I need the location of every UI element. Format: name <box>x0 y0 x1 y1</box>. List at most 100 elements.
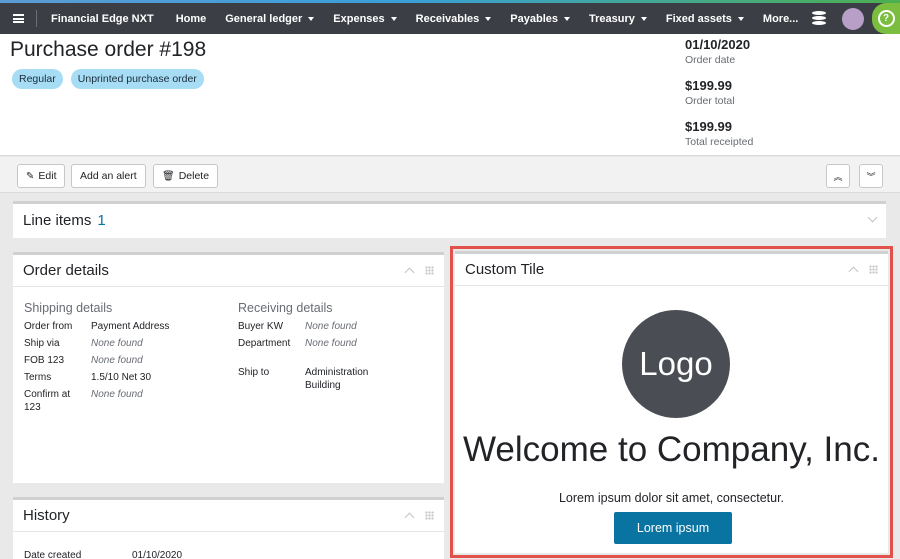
nav-item-home[interactable]: Home <box>176 13 207 25</box>
detail-key: Department <box>238 338 291 349</box>
line-items-header[interactable]: Line items 1 <box>13 204 886 236</box>
detail-key: Order from <box>24 321 73 332</box>
detail-key: Ship via <box>24 338 60 349</box>
detail-row: Department None found <box>238 337 438 350</box>
double-chevron-up-icon: ︽ <box>833 171 843 182</box>
custom-tile: Custom Tile Logo Welcome to Company, Inc… <box>455 251 888 553</box>
drag-handle-icon[interactable] <box>425 511 434 520</box>
detail-value: 1.5/10 Net 30 <box>91 372 152 383</box>
line-items-title: Line items <box>23 211 92 229</box>
order-details-title: Order details <box>23 262 109 279</box>
action-toolbar: ✎ Edit Add an alert 🗑 Delete ︽ ︾ <box>0 157 900 193</box>
detail-key: Buyer KW <box>238 321 284 332</box>
detail-row: Terms 1.5/10 Net 30 <box>24 371 224 384</box>
receiving-details: Receiving details Buyer KW None found Dep… <box>238 301 438 396</box>
add-alert-label: Add an alert <box>80 170 137 182</box>
chevron-down-icon[interactable] <box>867 212 878 223</box>
chevron-up-icon[interactable] <box>404 512 415 523</box>
lorem-text: Lorem ipsum dolor sit amet, consectetur. <box>558 491 785 505</box>
detail-row: FOB 123 None found <box>24 354 224 367</box>
scroll-up-button[interactable]: ︽ <box>826 164 850 188</box>
tag-unprinted: Unprinted purchase order <box>70 69 204 89</box>
history-row: Date created 01/10/2020 <box>24 549 182 559</box>
history-key: Date created <box>24 550 82 559</box>
order-details-header: Order details <box>13 255 444 287</box>
nav-item-label: Receivables <box>415 12 480 25</box>
nav-item-treasury[interactable]: Treasury <box>589 13 647 25</box>
summary-panel: 01/10/2020 Order date $199.99 Order tota… <box>685 36 753 159</box>
nav-item-label: More... <box>762 12 799 25</box>
detail-value: None found <box>91 338 143 349</box>
welcome-heading: Welcome to Company, Inc. <box>463 430 880 469</box>
order-date-value: 01/10/2020 <box>685 37 751 52</box>
detail-row: Buyer KW None found <box>238 320 438 333</box>
receiving-details-title: Receiving details <box>238 301 333 315</box>
help-button[interactable]: ? <box>872 3 900 34</box>
nav-item-receivables[interactable]: Receivables <box>416 13 492 25</box>
history-tile: History Date created 01/10/2020 <box>13 497 444 559</box>
history-header: History <box>13 500 444 532</box>
lorem-ipsum-label: Lorem ipsum <box>636 521 710 535</box>
nav-item-label: Home <box>175 12 207 25</box>
pencil-icon: ✎ <box>26 170 35 182</box>
lorem-ipsum-button[interactable]: Lorem ipsum <box>614 512 732 544</box>
nav-item-label: Treasury <box>588 12 635 25</box>
caret-down-icon <box>737 16 744 21</box>
detail-key: Confirm at 123 <box>24 389 71 413</box>
company-logo: Logo <box>622 310 730 418</box>
edit-button[interactable]: ✎ Edit <box>17 164 66 188</box>
delete-label: Delete <box>178 170 210 182</box>
page-title: Purchase order #198 <box>10 38 207 61</box>
scroll-down-button[interactable]: ︾ <box>859 164 883 188</box>
nav-item-label: Payables <box>510 12 558 25</box>
detail-value: None found <box>305 321 357 332</box>
nav-item-fixed-assets[interactable]: Fixed assets <box>666 13 744 25</box>
order-total-value: $199.99 <box>685 78 732 93</box>
caret-down-icon <box>308 16 315 21</box>
detail-value: Administration Building <box>305 367 369 391</box>
chevron-up-icon[interactable] <box>848 266 859 277</box>
avatar[interactable] <box>842 7 864 30</box>
nav-item-label: Fixed assets <box>665 12 732 25</box>
record-header: Purchase order #198 Regular Unprinted pu… <box>0 34 900 156</box>
nav-item-expenses[interactable]: Expenses <box>333 12 397 25</box>
custom-tile-title: Custom Tile <box>465 261 545 278</box>
detail-value: None found <box>91 355 143 366</box>
nav-item-payables[interactable]: Payables <box>510 13 570 25</box>
add-alert-button[interactable]: Add an alert <box>71 164 146 188</box>
help-icon: ? <box>877 10 895 27</box>
custom-tile-highlight: Custom Tile Logo Welcome to Company, Inc… <box>450 246 893 558</box>
database-icon[interactable] <box>812 11 826 26</box>
delete-button[interactable]: 🗑 Delete <box>153 164 219 188</box>
drag-handle-icon[interactable] <box>425 266 434 275</box>
chevron-up-icon[interactable] <box>404 267 415 278</box>
nav-item-label: Expenses <box>333 12 385 25</box>
tag-regular: Regular <box>12 69 63 89</box>
history-title: History <box>23 507 70 524</box>
line-items-count: 1 <box>97 211 106 229</box>
nav-item-more[interactable]: More... <box>763 13 798 25</box>
total-receipted-value: $199.99 <box>685 119 732 134</box>
detail-key: FOB 123 <box>24 355 65 366</box>
total-receipted-label: Total receipted <box>685 136 754 148</box>
shipping-details-title: Shipping details <box>24 301 113 315</box>
detail-key: Ship to <box>238 367 270 378</box>
caret-down-icon <box>390 16 397 21</box>
caret-down-icon <box>485 16 492 21</box>
detail-key: Terms <box>24 372 52 383</box>
menu-icon[interactable] <box>0 3 36 34</box>
detail-row: Ship via None found <box>24 337 224 350</box>
drag-handle-icon[interactable] <box>869 265 878 274</box>
app-name[interactable]: Financial Edge NXT <box>51 13 154 25</box>
nav-item-general-ledger[interactable]: General ledger <box>225 13 315 25</box>
detail-row: Order from Payment Address <box>24 320 224 333</box>
order-total-label: Order total <box>685 95 735 107</box>
edit-label: Edit <box>38 170 57 182</box>
order-date-label: Order date <box>685 54 736 66</box>
nav-divider <box>36 10 37 27</box>
order-details-tile: Order details Shipping details Order fro… <box>13 252 444 483</box>
logo-text: Logo <box>639 345 713 382</box>
caret-down-icon <box>563 16 570 21</box>
shipping-details: Shipping details Order from Payment Addre… <box>24 301 224 418</box>
caret-down-icon <box>640 16 647 21</box>
